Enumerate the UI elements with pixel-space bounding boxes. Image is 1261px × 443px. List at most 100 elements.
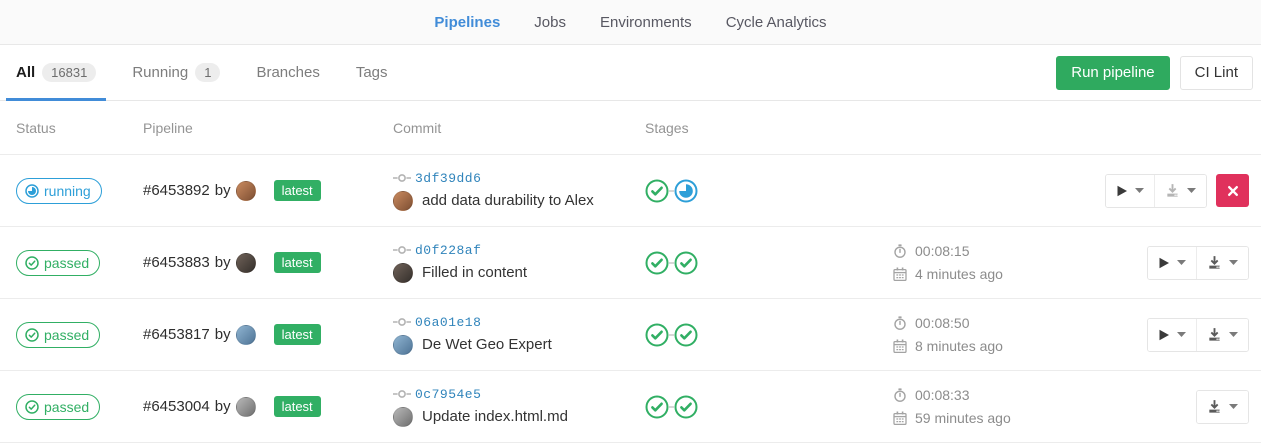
avatar[interactable] (236, 253, 256, 273)
commit-icon (393, 244, 411, 256)
stage-running-icon (674, 179, 698, 203)
artifacts-download-dropdown-button[interactable] (1196, 319, 1248, 351)
status-label: passed (44, 327, 89, 343)
play-icon (1116, 185, 1128, 197)
stage-passed-icon (674, 395, 698, 419)
header-pipeline: Pipeline (143, 120, 393, 136)
play-icon (1158, 257, 1170, 269)
pipeline-actions-group (1147, 246, 1249, 280)
stage-status-icon[interactable] (645, 179, 669, 203)
tab-all-label: All (16, 64, 35, 81)
duration-label: 00:08:50 (915, 315, 970, 331)
chevron-down-icon (1135, 188, 1144, 193)
commit-hash-link[interactable]: d0f228af (415, 243, 481, 258)
artifacts-download-dropdown-button[interactable] (1154, 175, 1206, 207)
chevron-down-icon (1229, 332, 1238, 337)
timing-cell: 00:08:50 8 minutes ago (893, 315, 1093, 354)
pipeline-actions-group (1196, 390, 1249, 424)
pipeline-by-label: by (215, 326, 231, 343)
pipeline-link[interactable]: #6453892 (143, 182, 210, 199)
actions-cell (1093, 390, 1249, 424)
pipeline-cell: #6453817 by latest (143, 324, 393, 345)
commit-message-link[interactable]: Update index.html.md (422, 408, 568, 425)
tab-branches[interactable]: Branches (246, 45, 329, 100)
chevron-down-icon (1177, 332, 1186, 337)
download-icon (1207, 399, 1222, 414)
play-icon (1158, 329, 1170, 341)
avatar[interactable] (236, 397, 256, 417)
tab-tags[interactable]: Tags (346, 45, 398, 100)
ci-lint-button[interactable]: CI Lint (1180, 56, 1253, 90)
pipeline-row: running #6453892 by latest 3df39dd6 add … (0, 155, 1261, 227)
commit-message-link[interactable]: add data durability to Alex (422, 192, 594, 209)
stage-status-icon[interactable] (674, 395, 698, 419)
pipeline-cell: #6453892 by latest (143, 180, 393, 201)
nav-item-jobs[interactable]: Jobs (534, 14, 566, 31)
avatar[interactable] (236, 325, 256, 345)
pipeline-link[interactable]: #6453817 (143, 326, 210, 343)
stages-cell (645, 179, 893, 203)
status-label: running (44, 183, 91, 199)
stage-status-icon[interactable] (674, 179, 698, 203)
avatar[interactable] (393, 263, 413, 283)
latest-badge: latest (274, 324, 321, 345)
commit-message-link[interactable]: De Wet Geo Expert (422, 336, 552, 353)
stages-cell (645, 323, 893, 347)
avatar[interactable] (393, 191, 413, 211)
stage-status-icon[interactable] (645, 251, 669, 275)
commit-hash-link[interactable]: 06a01e18 (415, 315, 481, 330)
stage-status-icon[interactable] (674, 251, 698, 275)
pipeline-by-label: by (215, 398, 231, 415)
stage-passed-icon (645, 395, 669, 419)
tab-all-count-badge: 16831 (42, 63, 96, 82)
chevron-down-icon (1229, 404, 1238, 409)
play-dropdown-button[interactable] (1106, 175, 1154, 207)
play-dropdown-button[interactable] (1148, 319, 1196, 351)
commit-message-link[interactable]: Filled in content (422, 264, 527, 281)
calendar-icon (893, 411, 907, 425)
commit-hash-link[interactable]: 3df39dd6 (415, 171, 481, 186)
pipelines-table-header: Status Pipeline Commit Stages (0, 101, 1261, 155)
finished-ago-label: 59 minutes ago (915, 410, 1011, 426)
pipeline-actions-group (1147, 318, 1249, 352)
chevron-down-icon (1229, 260, 1238, 265)
artifacts-download-dropdown-button[interactable] (1197, 391, 1248, 423)
passed-icon (25, 328, 39, 342)
stage-status-icon[interactable] (674, 323, 698, 347)
stopwatch-icon (893, 316, 907, 330)
commit-icon (393, 172, 411, 184)
cancel-pipeline-button[interactable] (1216, 174, 1249, 207)
pipeline-row: passed #6453004 by latest 0c7954e5 Updat… (0, 371, 1261, 443)
status-badge[interactable]: passed (16, 250, 100, 276)
run-pipeline-button[interactable]: Run pipeline (1056, 56, 1169, 90)
avatar[interactable] (393, 335, 413, 355)
status-badge[interactable]: running (16, 178, 102, 204)
tab-running[interactable]: Running 1 (122, 45, 230, 100)
status-cell: passed (16, 322, 143, 348)
artifacts-download-dropdown-button[interactable] (1196, 247, 1248, 279)
avatar[interactable] (236, 181, 256, 201)
avatar[interactable] (393, 407, 413, 427)
header-commit: Commit (393, 120, 645, 136)
status-badge[interactable]: passed (16, 394, 100, 420)
commit-hash-link[interactable]: 0c7954e5 (415, 387, 481, 402)
commit-cell: 3df39dd6 add data durability to Alex (393, 171, 645, 211)
nav-item-cycle-analytics[interactable]: Cycle Analytics (726, 14, 827, 31)
play-dropdown-button[interactable] (1148, 247, 1196, 279)
status-badge[interactable]: passed (16, 322, 100, 348)
pipeline-link[interactable]: #6453883 (143, 254, 210, 271)
stage-status-icon[interactable] (645, 395, 669, 419)
running-icon (25, 184, 39, 198)
stages-cell (645, 395, 893, 419)
tab-tags-label: Tags (356, 64, 388, 81)
stage-status-icon[interactable] (645, 323, 669, 347)
tab-all[interactable]: All 16831 (6, 45, 106, 100)
nav-item-pipelines[interactable]: Pipelines (434, 14, 500, 31)
pipeline-by-label: by (215, 254, 231, 271)
nav-item-environments[interactable]: Environments (600, 14, 692, 31)
pipeline-by-label: by (215, 182, 231, 199)
tab-branches-label: Branches (256, 64, 319, 81)
stages-cell (645, 251, 893, 275)
pipeline-link[interactable]: #6453004 (143, 398, 210, 415)
commit-icon (393, 388, 411, 400)
